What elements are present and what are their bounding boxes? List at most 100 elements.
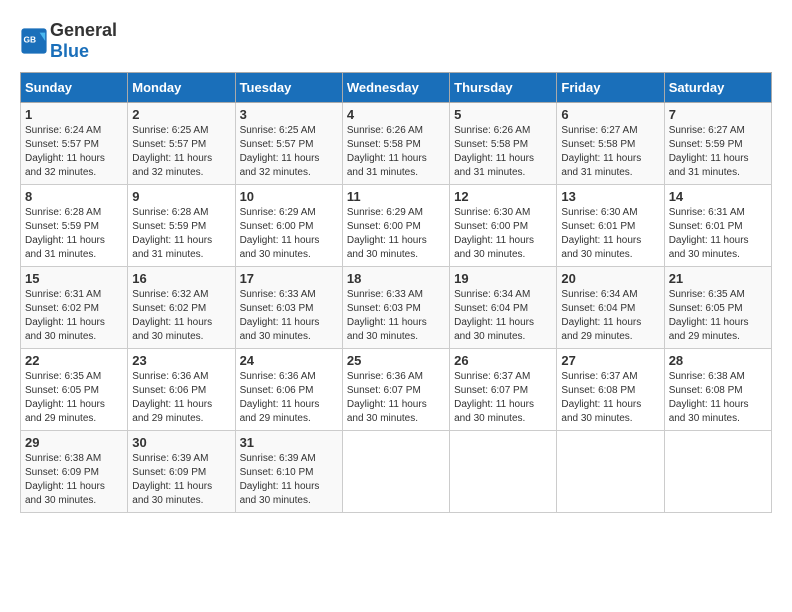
day-header-friday: Friday xyxy=(557,73,664,103)
day-number: 6 xyxy=(561,107,659,122)
day-number: 4 xyxy=(347,107,445,122)
day-info: Sunrise: 6:27 AMSunset: 5:58 PMDaylight:… xyxy=(561,124,659,180)
day-info: Sunrise: 6:35 AMSunset: 6:05 PMDaylight:… xyxy=(25,370,123,426)
day-number: 24 xyxy=(240,353,338,368)
calendar-cell: 30 Sunrise: 6:39 AMSunset: 6:09 PMDayligh… xyxy=(128,431,235,513)
calendar-cell xyxy=(450,431,557,513)
calendar-week-row: 22 Sunrise: 6:35 AMSunset: 6:05 PMDayligh… xyxy=(21,349,772,431)
day-number: 17 xyxy=(240,271,338,286)
day-number: 14 xyxy=(669,189,767,204)
calendar-header-row: SundayMondayTuesdayWednesdayThursdayFrid… xyxy=(21,73,772,103)
calendar-cell: 11 Sunrise: 6:29 AMSunset: 6:00 PMDayligh… xyxy=(342,185,449,267)
day-number: 10 xyxy=(240,189,338,204)
calendar-cell: 9Sunrise: 6:28 AMSunset: 5:59 PMDaylight… xyxy=(128,185,235,267)
calendar-cell: 25Sunrise: 6:36 AMSunset: 6:07 PMDayligh… xyxy=(342,349,449,431)
day-number: 12 xyxy=(454,189,552,204)
calendar-cell: 2 Sunrise: 6:25 AMSunset: 5:57 PMDaylight… xyxy=(128,103,235,185)
header: GB General Blue xyxy=(20,20,772,62)
day-info: Sunrise: 6:31 AMSunset: 6:02 PMDaylight:… xyxy=(25,288,123,344)
day-number: 30 xyxy=(132,435,230,450)
calendar-cell xyxy=(342,431,449,513)
day-header-thursday: Thursday xyxy=(450,73,557,103)
day-number: 28 xyxy=(669,353,767,368)
calendar-cell: 31Sunrise: 6:39 AMSunset: 6:10 PMDayligh… xyxy=(235,431,342,513)
day-number: 29 xyxy=(25,435,123,450)
day-number: 18 xyxy=(347,271,445,286)
calendar-cell: 28 Sunrise: 6:38 AMSunset: 6:08 PMDayligh… xyxy=(664,349,771,431)
day-number: 8 xyxy=(25,189,123,204)
day-info: Sunrise: 6:28 AMSunset: 5:59 PMDaylight:… xyxy=(132,206,230,262)
calendar-cell: 17 Sunrise: 6:33 AMSunset: 6:03 PMDayligh… xyxy=(235,267,342,349)
calendar-cell xyxy=(664,431,771,513)
logo-general-text: General xyxy=(50,20,117,40)
calendar-cell: 21 Sunrise: 6:35 AMSunset: 6:05 PMDayligh… xyxy=(664,267,771,349)
day-header-saturday: Saturday xyxy=(664,73,771,103)
logo: GB General Blue xyxy=(20,20,117,62)
day-info: Sunrise: 6:26 AMSunset: 5:58 PMDaylight:… xyxy=(454,124,552,180)
day-number: 20 xyxy=(561,271,659,286)
calendar-week-row: 29 Sunrise: 6:38 AMSunset: 6:09 PMDayligh… xyxy=(21,431,772,513)
day-info: Sunrise: 6:36 AMSunset: 6:06 PMDaylight:… xyxy=(132,370,230,426)
calendar-cell: 19 Sunrise: 6:34 AMSunset: 6:04 PMDayligh… xyxy=(450,267,557,349)
calendar-cell: 23 Sunrise: 6:36 AMSunset: 6:06 PMDayligh… xyxy=(128,349,235,431)
calendar-cell: 15 Sunrise: 6:31 AMSunset: 6:02 PMDayligh… xyxy=(21,267,128,349)
day-info: Sunrise: 6:32 AMSunset: 6:02 PMDaylight:… xyxy=(132,288,230,344)
calendar-cell: 16 Sunrise: 6:32 AMSunset: 6:02 PMDayligh… xyxy=(128,267,235,349)
day-info: Sunrise: 6:24 AMSunset: 5:57 PMDaylight:… xyxy=(25,124,123,180)
day-number: 7 xyxy=(669,107,767,122)
calendar-cell: 6 Sunrise: 6:27 AMSunset: 5:58 PMDaylight… xyxy=(557,103,664,185)
calendar-cell: 29 Sunrise: 6:38 AMSunset: 6:09 PMDayligh… xyxy=(21,431,128,513)
calendar-cell xyxy=(557,431,664,513)
logo-blue-text: Blue xyxy=(50,41,89,61)
calendar-cell: 27Sunrise: 6:37 AMSunset: 6:08 PMDayligh… xyxy=(557,349,664,431)
day-number: 11 xyxy=(347,189,445,204)
day-number: 2 xyxy=(132,107,230,122)
day-number: 3 xyxy=(240,107,338,122)
day-info: Sunrise: 6:29 AMSunset: 6:00 PMDaylight:… xyxy=(240,206,338,262)
day-info: Sunrise: 6:28 AMSunset: 5:59 PMDaylight:… xyxy=(25,206,123,262)
day-info: Sunrise: 6:38 AMSunset: 6:09 PMDaylight:… xyxy=(25,452,123,508)
calendar-cell: 13Sunrise: 6:30 AMSunset: 6:01 PMDayligh… xyxy=(557,185,664,267)
calendar-week-row: 8 Sunrise: 6:28 AMSunset: 5:59 PMDaylight… xyxy=(21,185,772,267)
day-info: Sunrise: 6:30 AMSunset: 6:00 PMDaylight:… xyxy=(454,206,552,262)
calendar-week-row: 15 Sunrise: 6:31 AMSunset: 6:02 PMDayligh… xyxy=(21,267,772,349)
calendar-table: SundayMondayTuesdayWednesdayThursdayFrid… xyxy=(20,72,772,513)
day-info: Sunrise: 6:31 AMSunset: 6:01 PMDaylight:… xyxy=(669,206,767,262)
day-info: Sunrise: 6:37 AMSunset: 6:08 PMDaylight:… xyxy=(561,370,659,426)
calendar-cell: 26 Sunrise: 6:37 AMSunset: 6:07 PMDayligh… xyxy=(450,349,557,431)
calendar-cell: 12 Sunrise: 6:30 AMSunset: 6:00 PMDayligh… xyxy=(450,185,557,267)
calendar-cell: 24 Sunrise: 6:36 AMSunset: 6:06 PMDayligh… xyxy=(235,349,342,431)
calendar-cell: 3Sunrise: 6:25 AMSunset: 5:57 PMDaylight… xyxy=(235,103,342,185)
day-info: Sunrise: 6:36 AMSunset: 6:06 PMDaylight:… xyxy=(240,370,338,426)
day-info: Sunrise: 6:34 AMSunset: 6:04 PMDaylight:… xyxy=(561,288,659,344)
logo-icon: GB xyxy=(20,27,48,55)
day-info: Sunrise: 6:25 AMSunset: 5:57 PMDaylight:… xyxy=(132,124,230,180)
day-number: 13 xyxy=(561,189,659,204)
day-number: 31 xyxy=(240,435,338,450)
day-info: Sunrise: 6:38 AMSunset: 6:08 PMDaylight:… xyxy=(669,370,767,426)
day-number: 5 xyxy=(454,107,552,122)
day-number: 22 xyxy=(25,353,123,368)
day-number: 26 xyxy=(454,353,552,368)
calendar-cell: 14 Sunrise: 6:31 AMSunset: 6:01 PMDayligh… xyxy=(664,185,771,267)
day-header-monday: Monday xyxy=(128,73,235,103)
day-number: 15 xyxy=(25,271,123,286)
day-info: Sunrise: 6:33 AMSunset: 6:03 PMDaylight:… xyxy=(347,288,445,344)
day-info: Sunrise: 6:33 AMSunset: 6:03 PMDaylight:… xyxy=(240,288,338,344)
day-info: Sunrise: 6:34 AMSunset: 6:04 PMDaylight:… xyxy=(454,288,552,344)
day-info: Sunrise: 6:29 AMSunset: 6:00 PMDaylight:… xyxy=(347,206,445,262)
day-number: 16 xyxy=(132,271,230,286)
calendar-cell: 18 Sunrise: 6:33 AMSunset: 6:03 PMDayligh… xyxy=(342,267,449,349)
day-info: Sunrise: 6:37 AMSunset: 6:07 PMDaylight:… xyxy=(454,370,552,426)
day-info: Sunrise: 6:26 AMSunset: 5:58 PMDaylight:… xyxy=(347,124,445,180)
calendar-cell: 4 Sunrise: 6:26 AMSunset: 5:58 PMDaylight… xyxy=(342,103,449,185)
day-info: Sunrise: 6:35 AMSunset: 6:05 PMDaylight:… xyxy=(669,288,767,344)
calendar-cell: 10 Sunrise: 6:29 AMSunset: 6:00 PMDayligh… xyxy=(235,185,342,267)
day-header-sunday: Sunday xyxy=(21,73,128,103)
day-number: 25 xyxy=(347,353,445,368)
day-number: 21 xyxy=(669,271,767,286)
day-info: Sunrise: 6:39 AMSunset: 6:09 PMDaylight:… xyxy=(132,452,230,508)
calendar-cell: 7Sunrise: 6:27 AMSunset: 5:59 PMDaylight… xyxy=(664,103,771,185)
day-number: 23 xyxy=(132,353,230,368)
day-number: 19 xyxy=(454,271,552,286)
